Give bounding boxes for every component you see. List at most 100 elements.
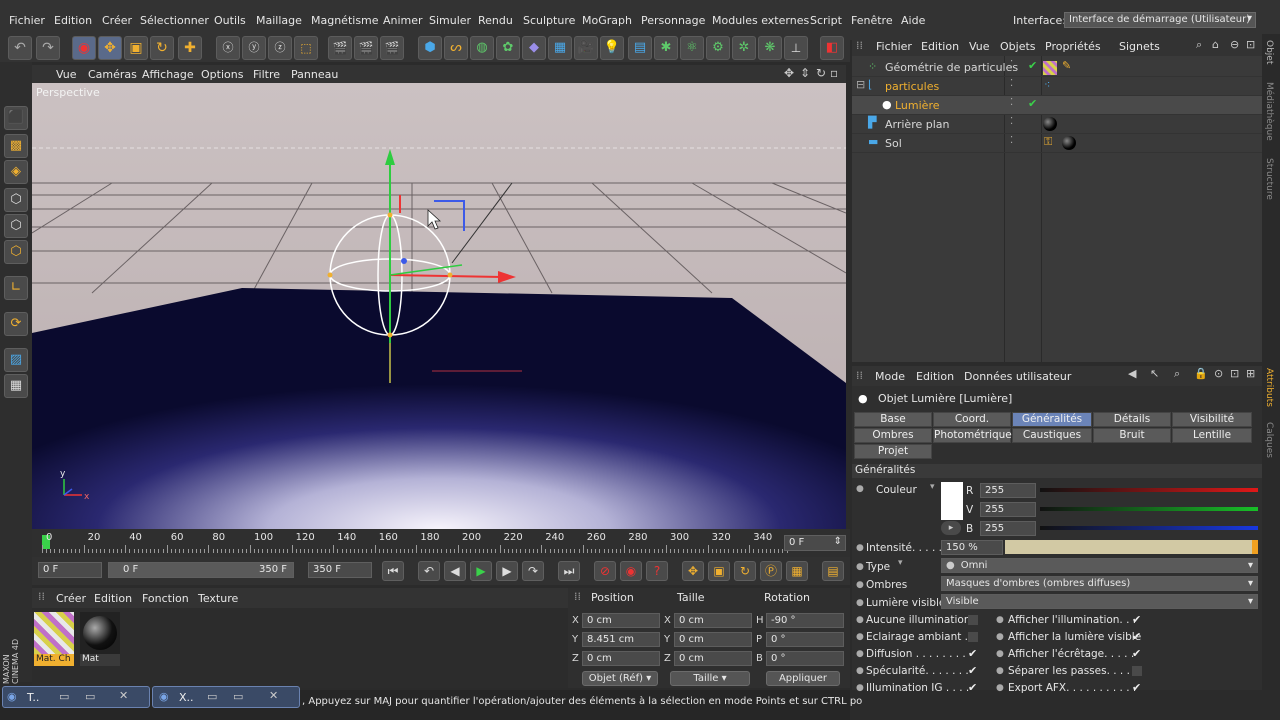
goto-end-button[interactable]: ⏭ [558,561,580,581]
chevron-down-icon[interactable]: ▾ [930,482,935,492]
lock-icon[interactable]: ⊖ [1230,38,1239,51]
visibility-dots[interactable]: ⁚ [1010,97,1013,108]
shadows-select[interactable]: Masques d'ombres (ombres diffuses) ▾ [941,576,1258,591]
rotate-view-icon[interactable]: ↻ [816,66,826,80]
menu-magnetisme[interactable]: Magnétisme [311,14,379,27]
strip-tab-attributs[interactable]: Attributs [1264,368,1274,407]
menu-sculpture[interactable]: Sculpture [523,14,575,27]
record-button[interactable]: ⊘ [594,561,616,581]
spline-icon[interactable]: ᔕ [444,36,468,60]
add-tool-icon[interactable]: ✚ [178,36,202,60]
home-icon[interactable]: ⌂ [1212,38,1219,51]
menu-fenetre[interactable]: Fenêtre [851,14,893,27]
grid-snap-icon[interactable]: ▦ [4,374,28,398]
select-tool-icon[interactable]: ◉ [72,36,96,60]
maximize-view-icon[interactable]: ▫ [830,66,838,80]
vp-menu-vue[interactable]: Vue [56,68,77,81]
strip-tab-calques[interactable]: Calques [1264,422,1274,458]
interface-select[interactable]: Interface de démarrage (Utilisateur) ▾ [1064,12,1256,28]
object-row-particles[interactable]: ⊟ ⌊ particules ⁚ ⁖ [852,77,1262,96]
render-settings-icon[interactable]: 🎬 [380,36,404,60]
x-axis-icon[interactable]: ⓧ [216,36,240,60]
coord-system-icon[interactable]: ⬚ [294,36,318,60]
strip-tab-structure[interactable]: Structure [1264,158,1274,200]
edges-mode-icon[interactable]: ⬡ [4,214,28,238]
enabled-check-icon[interactable]: ✔ [1028,97,1037,110]
option-checkbox[interactable]: ✔ [968,665,978,676]
option-checkbox[interactable]: ✔ [1132,648,1142,659]
om-menu-vue[interactable]: Vue [969,40,990,53]
vp-menu-filtre[interactable]: Filtre [253,68,280,81]
keyframe-help-button[interactable]: ? [646,561,668,581]
key-pla-button[interactable]: ▦ [786,561,808,581]
tab-details[interactable]: Détails [1093,412,1171,427]
anim-dot-icon[interactable]: ● [856,484,864,494]
play-button[interactable]: ▶ [470,561,492,581]
cloner-icon[interactable]: ✲ [732,36,756,60]
snap-icon[interactable]: ▨ [4,348,28,372]
tab-bruit[interactable]: Bruit [1093,428,1171,443]
taskbar-item[interactable]: ◉ T.. ▭ ▭ ✕ [2,686,150,708]
mograph-icon[interactable]: ✱ [654,36,678,60]
mat-menu-edition[interactable]: Edition [94,592,132,605]
at-menu-mode[interactable]: Mode [875,370,905,383]
visibility-dots[interactable]: ⁚ [1010,59,1013,70]
rot-b-field[interactable]: 0 ° [766,651,844,666]
redo-icon[interactable]: ↷ [36,36,60,60]
minimize-icon[interactable]: ▭ [59,690,69,703]
size-x-field[interactable]: 0 cm [674,613,752,628]
new-window-icon[interactable]: ⊡ [1230,367,1239,380]
menu-modules-externes[interactable]: Modules externes [712,14,809,27]
object-row-floor[interactable]: ▬ Sol ⁚ ⚿ [852,134,1262,153]
anim-dot-icon[interactable]: ● [996,632,1004,642]
chevron-down-icon[interactable]: ▾ [898,558,903,568]
option-checkbox[interactable] [1132,666,1142,676]
autokey-button[interactable]: ◉ [620,561,642,581]
material-tag-icon[interactable] [1062,136,1076,150]
om-menu-objets[interactable]: Objets [1000,40,1036,53]
search-icon[interactable]: ⌕ [1196,38,1202,52]
intensity-slider-handle[interactable] [1252,540,1258,554]
anim-dot-icon[interactable]: ● [996,615,1004,625]
tab-ombres[interactable]: Ombres [854,428,932,443]
visibility-dots[interactable]: ⁚ [1010,78,1013,89]
up-arrow-icon[interactable]: ↖ [1150,367,1159,380]
coord-mode-select[interactable]: Objet (Réf) ▾ [582,671,658,686]
frame-range-slider[interactable]: 0 F 350 F [108,562,294,578]
om-menu-signets[interactable]: Signets [1119,40,1160,53]
vp-menu-options[interactable]: Options [201,68,243,81]
goto-start-button[interactable]: ⏮ [382,561,404,581]
at-menu-user-data[interactable]: Données utilisateur [964,370,1071,383]
om-menu-proprietes[interactable]: Propriétés [1045,40,1101,53]
maximize-icon[interactable]: ▭ [233,690,243,703]
anim-dot-icon[interactable]: ● [856,598,864,608]
menu-animer[interactable]: Animer [383,14,423,27]
vp-menu-cameras[interactable]: Caméras [88,68,137,81]
menu-maillage[interactable]: Maillage [256,14,302,27]
tag-icon[interactable]: ✎ [1062,59,1071,72]
menu-creer[interactable]: Créer [102,14,132,27]
option-checkbox[interactable] [968,632,978,642]
points-mode-icon[interactable]: ⬡ [4,188,28,212]
z-axis-icon[interactable]: ⓩ [268,36,292,60]
menu-mograph[interactable]: MoGraph [582,14,632,27]
tab-lentille[interactable]: Lentille [1172,428,1252,443]
menu-script[interactable]: Script [810,14,842,27]
array-icon[interactable]: ✿ [496,36,520,60]
current-frame-field[interactable]: 0 F ⇕ [784,535,846,551]
undo-icon[interactable]: ↶ [8,36,32,60]
key-scale-button[interactable]: ▣ [708,561,730,581]
close-icon[interactable]: ✕ [269,689,278,702]
render-view-icon[interactable]: 🎬 [328,36,352,60]
size-y-field[interactable]: 0 cm [674,632,752,647]
polygons-mode-icon[interactable]: ⬡ [4,240,28,264]
at-menu-edition[interactable]: Edition [916,370,954,383]
deformer-icon[interactable]: ◆ [522,36,546,60]
viewport-3d[interactable]: y x [32,83,846,529]
emitter-icon[interactable]: ❋ [758,36,782,60]
rotate-tool-icon[interactable]: ↻ [150,36,174,60]
compositing-tag-icon[interactable]: ⚿ [1044,135,1052,149]
b-slider[interactable] [1040,526,1258,530]
tab-projet[interactable]: Projet [854,444,932,459]
apply-button[interactable]: Appliquer [766,671,840,686]
